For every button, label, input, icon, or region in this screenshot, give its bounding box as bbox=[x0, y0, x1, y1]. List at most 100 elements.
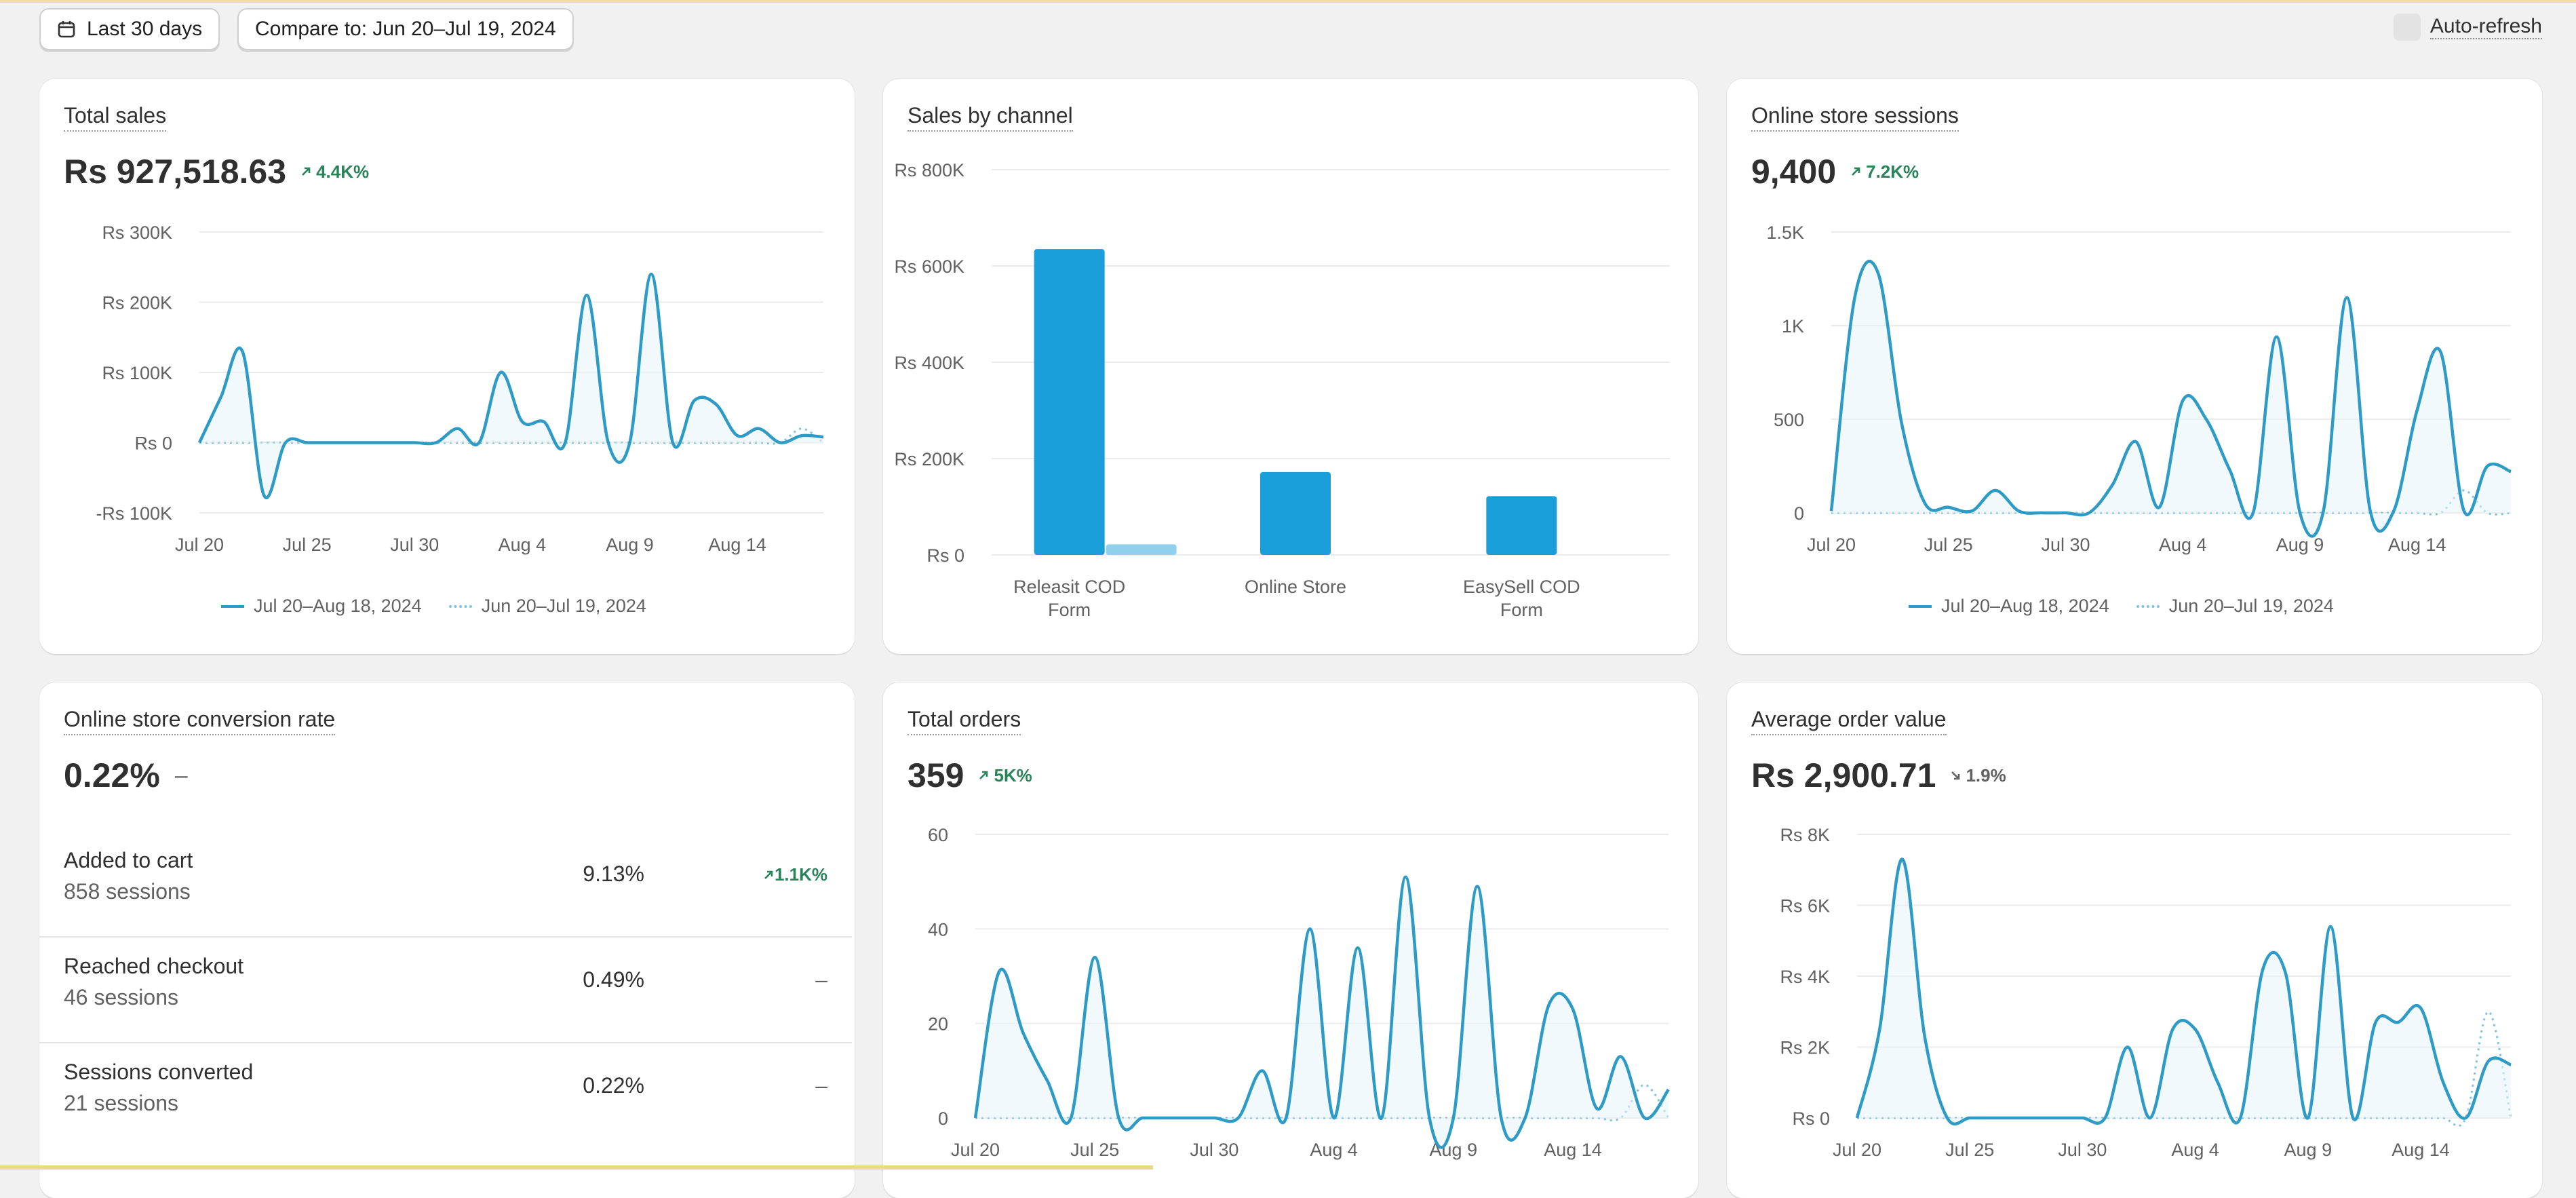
card-conversion-rate: Online store conversion rate 0.22% – Add… bbox=[39, 682, 855, 1198]
auto-refresh-label: Auto-refresh bbox=[2429, 15, 2542, 39]
bar-previous bbox=[1106, 544, 1177, 555]
delta-dash: – bbox=[815, 1073, 827, 1098]
series-area-current bbox=[199, 274, 823, 498]
x-tick-label: Jul 20 bbox=[1833, 1140, 1881, 1160]
x-tick-label: Aug 9 bbox=[2276, 535, 2324, 555]
delta-dash: – bbox=[174, 762, 188, 788]
y-tick-label: 500 bbox=[1774, 410, 1804, 430]
funnel-step-name: Reached checkout bbox=[64, 954, 244, 978]
funnel-step-name: Added to cart bbox=[64, 848, 193, 872]
y-tick-label: -Rs 100K bbox=[96, 503, 172, 524]
x-tick-label: Aug 14 bbox=[708, 535, 766, 555]
funnel-step-sessions: 21 sessions bbox=[64, 1091, 178, 1115]
legend-current-label: Jul 20–Aug 18, 2024 bbox=[254, 596, 422, 616]
y-tick-label: Rs 200K bbox=[894, 449, 964, 469]
date-range-button[interactable]: Last 30 days bbox=[39, 8, 220, 50]
funnel-step-sessions: 858 sessions bbox=[64, 879, 191, 904]
series-line-current bbox=[197, 272, 824, 499]
legend-current-label: Jul 20–Aug 18, 2024 bbox=[1941, 596, 2109, 616]
funnel-step-name: Sessions converted bbox=[64, 1060, 254, 1084]
y-tick-label: 0 bbox=[938, 1108, 948, 1129]
y-tick-label: Rs 2K bbox=[1780, 1038, 1830, 1058]
chart-legend: Jul 20–Aug 18, 2024 Jun 20–Jul 19, 2024 bbox=[1909, 596, 2361, 617]
x-tick-label: Aug 4 bbox=[1310, 1140, 1358, 1160]
y-tick-label: 60 bbox=[928, 825, 948, 845]
funnel-row: Added to cart 858 sessions 9.13% 1.1K% bbox=[39, 830, 852, 938]
funnel-row: Sessions converted 21 sessions 0.22% – bbox=[39, 1042, 852, 1148]
delta-badge: 1.1K% bbox=[762, 864, 827, 885]
legend-previous-label: Jun 20–Jul 19, 2024 bbox=[2168, 596, 2334, 616]
x-tick-label: Jul 20 bbox=[175, 535, 224, 555]
y-tick-label: Rs 100K bbox=[102, 363, 172, 383]
series-area-current bbox=[1831, 261, 2511, 537]
x-tick-label: Jul 20 bbox=[1807, 535, 1856, 555]
auto-refresh-checkbox[interactable] bbox=[2393, 14, 2421, 41]
y-tick-label: Rs 800K bbox=[894, 160, 964, 180]
x-tick-label: Aug 14 bbox=[2388, 535, 2446, 555]
y-tick-label: Rs 200K bbox=[102, 293, 172, 313]
y-tick-label: Rs 4K bbox=[1780, 967, 1830, 987]
chart-legend: Jul 20–Aug 18, 2024 Jun 20–Jul 19, 2024 bbox=[221, 596, 674, 617]
legend-current: Jul 20–Aug 18, 2024 bbox=[1909, 596, 2109, 617]
x-tick-label: Aug 4 bbox=[499, 535, 547, 555]
sales-by-channel-chart: Rs 800K Rs 600K Rs 400K Rs 200K Rs 0 Releasit… bbox=[894, 160, 1670, 620]
funnel-step-rate: 0.49% bbox=[583, 967, 644, 992]
funnel-row: Reached checkout 46 sessions 0.49% – bbox=[39, 936, 852, 1043]
delta-dash: – bbox=[815, 967, 827, 992]
auto-refresh-toggle[interactable]: Auto-refresh bbox=[2393, 14, 2542, 41]
x-tick-label: Form bbox=[1500, 600, 1543, 620]
y-tick-label: Rs 300K bbox=[102, 223, 172, 243]
x-tick-label: Form bbox=[1048, 600, 1091, 620]
compare-button[interactable]: Compare to: Jun 20–Jul 19, 2024 bbox=[237, 8, 574, 50]
compare-label: Compare to: Jun 20–Jul 19, 2024 bbox=[255, 18, 556, 40]
total-orders-chart: 6040200Jul 20 Jul 25 Jul 30 Aug 4 Aug 9 Aug 1… bbox=[928, 825, 1670, 1160]
x-tick-label: Jul 30 bbox=[390, 535, 439, 555]
x-tick-label: Jul 25 bbox=[283, 535, 332, 555]
metric-value-text: 0.22% bbox=[64, 756, 160, 794]
calendar-icon bbox=[58, 21, 75, 38]
total-sales-chart: Rs 300K Rs 200K Rs 100K Rs 0 -Rs 100KJul 20 J… bbox=[96, 223, 824, 555]
y-tick-label: 0 bbox=[1794, 503, 1804, 524]
y-tick-label: Rs 0 bbox=[1792, 1108, 1830, 1129]
x-tick-label: Jul 25 bbox=[1924, 535, 1973, 555]
bar-current bbox=[1486, 496, 1557, 555]
arrow-up-right-icon bbox=[764, 870, 773, 879]
y-tick-label: 1.5K bbox=[1766, 223, 1804, 243]
y-tick-label: 1K bbox=[1782, 316, 1804, 336]
x-tick-label: Jul 25 bbox=[1070, 1140, 1119, 1160]
bottom-border bbox=[0, 1165, 1153, 1170]
card-total-sales: Total sales Rs 927,518.63 4.4K% Rs 300K R… bbox=[39, 79, 855, 654]
y-tick-label: 20 bbox=[928, 1014, 948, 1035]
card-average-order-value: Average order value Rs 2,900.71 1.9% Rs … bbox=[1727, 682, 2542, 1198]
x-tick-label: Aug 4 bbox=[2171, 1140, 2219, 1160]
legend-current: Jul 20–Aug 18, 2024 bbox=[221, 596, 422, 617]
x-tick-label: Jul 30 bbox=[2058, 1140, 2107, 1160]
sessions-chart: 1.5K 1K 500 0Jul 20 Jul 25 Jul 30 Aug 4 Aug 9 Au… bbox=[1766, 223, 2512, 555]
legend-previous-label: Jun 20–Jul 19, 2024 bbox=[481, 596, 646, 616]
y-tick-label: Rs 6K bbox=[1780, 896, 1830, 916]
series-area-current bbox=[1857, 859, 2511, 1124]
x-tick-label: Aug 4 bbox=[2159, 535, 2207, 555]
legend-previous: Jun 20–Jul 19, 2024 bbox=[2136, 596, 2334, 617]
top-border bbox=[0, 0, 2576, 3]
card-total-orders: Total orders 359 5K% 60 40 20 0 Jul 20 Jul 25… bbox=[883, 682, 1698, 1198]
card-title[interactable]: Online store conversion rate bbox=[64, 707, 336, 735]
y-tick-label: Rs 600K bbox=[894, 256, 964, 277]
x-tick-label: Aug 14 bbox=[2392, 1140, 2450, 1160]
y-tick-label: Rs 0 bbox=[926, 545, 964, 566]
x-tick-label: Aug 9 bbox=[2284, 1140, 2333, 1160]
x-tick-label: Aug 14 bbox=[1544, 1140, 1602, 1160]
card-online-store-sessions: Online store sessions 9,400 7.2K% 1.5K 1K… bbox=[1727, 79, 2542, 654]
y-tick-label: Rs 400K bbox=[894, 353, 964, 373]
y-tick-label: Rs 0 bbox=[134, 433, 172, 454]
x-tick-label: Jul 30 bbox=[1190, 1140, 1238, 1160]
date-range-label: Last 30 days bbox=[87, 18, 203, 40]
aov-chart: Rs 8K Rs 6K Rs 4K Rs 2K Rs 0Jul 20 Jul 25 Jul … bbox=[1780, 825, 2512, 1160]
y-tick-label: Rs 8K bbox=[1780, 825, 1830, 845]
x-tick-label: Releasit COD bbox=[1013, 577, 1125, 597]
delta-text: 1.1K% bbox=[774, 864, 827, 885]
funnel-step-rate: 9.13% bbox=[583, 862, 644, 886]
x-tick-label: Aug 9 bbox=[606, 535, 654, 555]
legend-previous: Jun 20–Jul 19, 2024 bbox=[448, 596, 646, 617]
x-tick-label: EasySell COD bbox=[1463, 577, 1580, 597]
